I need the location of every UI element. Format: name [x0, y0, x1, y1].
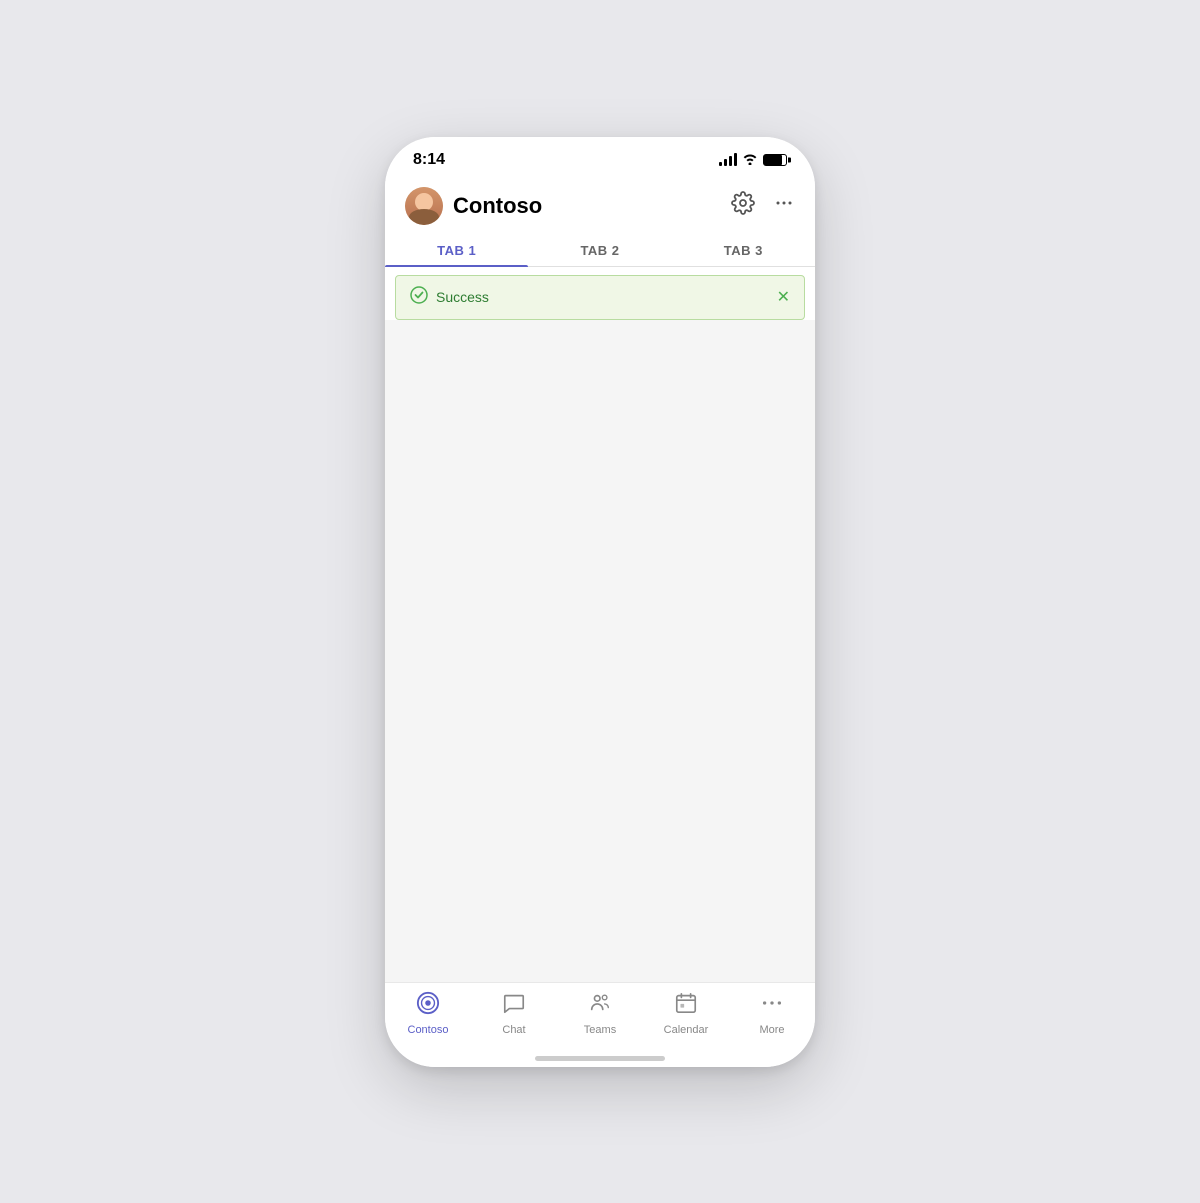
nav-item-calendar[interactable]: Calendar	[643, 991, 729, 1036]
more-icon	[760, 991, 784, 1021]
success-check-icon	[410, 286, 428, 309]
avatar	[405, 187, 443, 225]
main-content	[385, 320, 815, 982]
status-time: 8:14	[413, 151, 445, 169]
home-bar	[535, 1056, 665, 1061]
nav-item-contoso[interactable]: Contoso	[385, 991, 471, 1036]
teams-icon	[588, 991, 612, 1021]
wifi-icon	[742, 152, 758, 168]
status-bar: 8:14	[385, 137, 815, 177]
success-close-button[interactable]: ✕	[777, 287, 790, 307]
signal-icon	[719, 154, 737, 166]
nav-label-contoso: Contoso	[408, 1024, 449, 1036]
tabs-bar: TAB 1 TAB 2 TAB 3	[385, 233, 815, 267]
nav-item-more[interactable]: More	[729, 991, 815, 1036]
success-message: Success	[436, 289, 777, 305]
calendar-icon	[674, 991, 698, 1021]
tab-2[interactable]: TAB 2	[528, 233, 671, 266]
app-title: Contoso	[453, 193, 731, 219]
success-banner: Success ✕	[395, 275, 805, 320]
nav-label-calendar: Calendar	[664, 1024, 709, 1036]
more-options-icon[interactable]	[773, 192, 795, 220]
nav-item-teams[interactable]: Teams	[557, 991, 643, 1036]
header-icons	[731, 191, 795, 221]
nav-item-chat[interactable]: Chat	[471, 991, 557, 1036]
contoso-icon	[416, 991, 440, 1021]
battery-icon	[763, 154, 787, 166]
nav-label-more: More	[759, 1024, 784, 1036]
tab-1[interactable]: TAB 1	[385, 233, 528, 266]
chat-icon	[502, 991, 526, 1021]
bottom-nav: Contoso Chat Teams	[385, 982, 815, 1056]
nav-label-chat: Chat	[502, 1024, 525, 1036]
nav-label-teams: Teams	[584, 1024, 616, 1036]
tab-3[interactable]: TAB 3	[672, 233, 815, 266]
phone-frame: 8:14 Contoso	[385, 137, 815, 1067]
app-header: Contoso	[385, 177, 815, 233]
settings-icon[interactable]	[731, 191, 755, 221]
home-indicator	[385, 1056, 815, 1067]
status-icons	[719, 152, 787, 168]
